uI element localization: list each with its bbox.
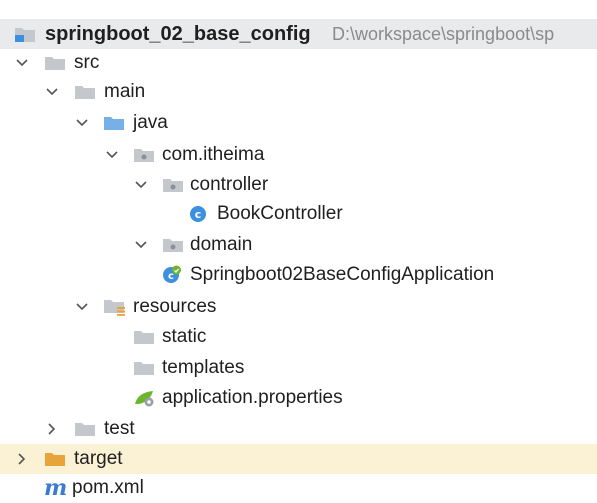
package-folder-icon <box>162 170 184 200</box>
tree-row-resources[interactable]: resources <box>0 292 597 322</box>
chevron-down-icon[interactable] <box>74 292 90 322</box>
tree-row-src[interactable]: src <box>0 48 597 78</box>
main-label: main <box>104 81 146 102</box>
controller-label: controller <box>190 174 269 195</box>
resources-label: resources <box>133 296 217 317</box>
domain-label: domain <box>190 234 253 255</box>
package-folder-icon <box>133 140 155 170</box>
tree-row-java[interactable]: java <box>0 108 597 138</box>
folder-icon <box>74 77 96 107</box>
tree-row-package[interactable]: com.itheima <box>0 140 597 170</box>
project-tree: springboot_02_base_config D:\workspace\s… <box>0 0 597 501</box>
src-label: src <box>74 52 100 73</box>
chevron-right-icon[interactable] <box>44 414 60 444</box>
project-name: springboot_02_base_config <box>45 23 311 45</box>
static-label: static <box>162 326 207 347</box>
pom-label: pom.xml <box>72 477 144 498</box>
chevron-down-icon[interactable] <box>44 77 60 107</box>
class-c-icon: c <box>189 199 207 229</box>
tree-row-static[interactable]: static <box>0 322 597 352</box>
package-label: com.itheima <box>162 144 265 165</box>
excluded-folder-icon <box>44 444 66 474</box>
project-path: D:\workspace\springboot\sp <box>332 24 555 44</box>
tree-row-book-controller[interactable]: c BookController <box>0 199 597 229</box>
test-label: test <box>104 418 135 439</box>
chevron-down-icon[interactable] <box>133 170 149 200</box>
folder-icon <box>74 414 96 444</box>
tree-row-project[interactable]: springboot_02_base_config D:\workspace\s… <box>0 19 597 49</box>
chevron-down-icon[interactable] <box>14 48 30 78</box>
chevron-down-icon[interactable] <box>133 230 149 260</box>
module-folder-icon <box>14 19 36 49</box>
tree-row-main[interactable]: main <box>0 77 597 107</box>
resources-root-folder-icon <box>103 292 127 322</box>
spring-properties-icon <box>133 383 157 413</box>
spring-boot-class-icon: c <box>161 260 183 290</box>
tree-row-pom[interactable]: m pom.xml <box>0 473 597 503</box>
svg-text:c: c <box>195 208 202 221</box>
target-label: target <box>74 448 123 469</box>
java-label: java <box>133 112 168 133</box>
tree-row-templates[interactable]: templates <box>0 353 597 383</box>
chevron-down-icon[interactable] <box>74 108 90 138</box>
folder-icon <box>44 48 66 78</box>
tree-row-properties[interactable]: application.properties <box>0 383 597 413</box>
maven-m-icon: m <box>44 475 67 501</box>
folder-icon <box>133 322 155 352</box>
templates-label: templates <box>162 357 245 378</box>
tree-row-application-class[interactable]: c Springboot02BaseConfigApplication <box>0 260 597 290</box>
tree-row-domain[interactable]: domain <box>0 230 597 260</box>
tree-row-target[interactable]: target <box>0 444 597 474</box>
tree-row-controller[interactable]: controller <box>0 170 597 200</box>
properties-label: application.properties <box>162 387 343 408</box>
package-folder-icon <box>162 230 184 260</box>
book-controller-label: BookController <box>217 203 343 224</box>
application-class-label: Springboot02BaseConfigApplication <box>190 264 495 285</box>
chevron-down-icon[interactable] <box>104 140 120 170</box>
chevron-right-icon[interactable] <box>14 444 30 474</box>
folder-icon <box>133 353 155 383</box>
tree-row-test[interactable]: test <box>0 414 597 444</box>
source-root-folder-icon <box>103 108 125 138</box>
